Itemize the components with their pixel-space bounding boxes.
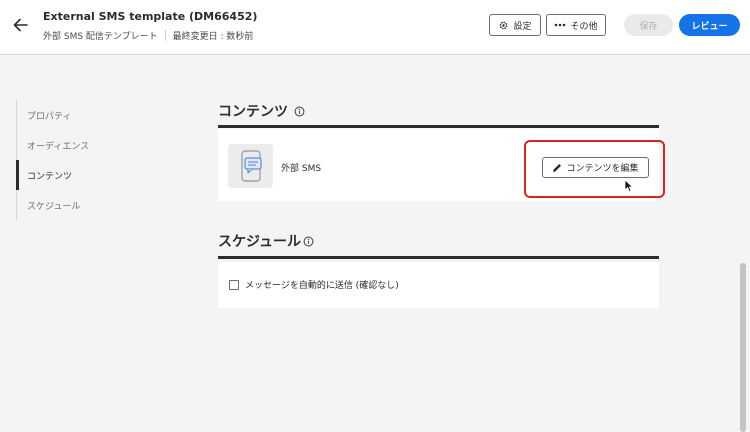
pencil-icon [553, 163, 562, 172]
schedule-card: メッセージを自動的に送信 (確認なし) [218, 262, 659, 308]
edit-content-button[interactable]: コンテンツを編集 [542, 157, 649, 178]
schedule-section-divider [218, 256, 659, 259]
sms-channel-icon [228, 144, 273, 188]
page-title: External SMS template (DM66452) [43, 10, 258, 23]
nav-item-audience[interactable]: オーディエンス [16, 130, 166, 160]
more-button-label: その他 [570, 21, 598, 32]
info-icon[interactable] [294, 106, 305, 117]
nav-item-properties[interactable]: プロパティ [16, 100, 166, 130]
auto-send-label[interactable]: メッセージを自動的に送信 (確認なし) [245, 278, 399, 291]
save-button[interactable]: 保存 [624, 14, 673, 36]
gear-icon [500, 21, 508, 29]
auto-send-checkbox[interactable] [229, 280, 239, 290]
content-section-divider [218, 125, 659, 128]
settings-button-label: 設定 [513, 21, 532, 32]
schedule-section-header: スケジュール [218, 231, 314, 251]
page-subtitle-row: 外部 SMS 配信テンプレート 最終変更日 : 数秒前 [43, 29, 253, 42]
last-modified-label: 最終変更日 : 数秒前 [172, 32, 254, 42]
back-arrow-icon[interactable] [10, 14, 32, 36]
nav-item-schedule[interactable]: スケジュール [16, 190, 166, 220]
channel-label: 外部 SMS [281, 164, 322, 174]
content-section-header: コンテンツ [218, 101, 305, 121]
more-button[interactable]: その他 [546, 14, 606, 36]
info-icon[interactable] [303, 236, 314, 247]
scrollbar-thumb[interactable] [740, 263, 746, 432]
divider [164, 30, 166, 41]
header-bar: External SMS template (DM66452) 外部 SMS 配… [0, 0, 750, 55]
edit-content-button-label: コンテンツを編集 [566, 164, 639, 174]
template-type-label: 外部 SMS 配信テンプレート [43, 32, 158, 42]
schedule-section-title: スケジュール [218, 234, 302, 250]
content-section-title: コンテンツ [218, 104, 288, 120]
nav-item-content[interactable]: コンテンツ [16, 160, 166, 190]
settings-button[interactable]: 設定 [489, 14, 541, 36]
section-nav: プロパティ オーディエンス コンテンツ スケジュール [16, 100, 166, 220]
mouse-cursor-icon [624, 178, 634, 197]
more-icon [555, 23, 566, 27]
review-button[interactable]: レビュー [679, 14, 740, 36]
